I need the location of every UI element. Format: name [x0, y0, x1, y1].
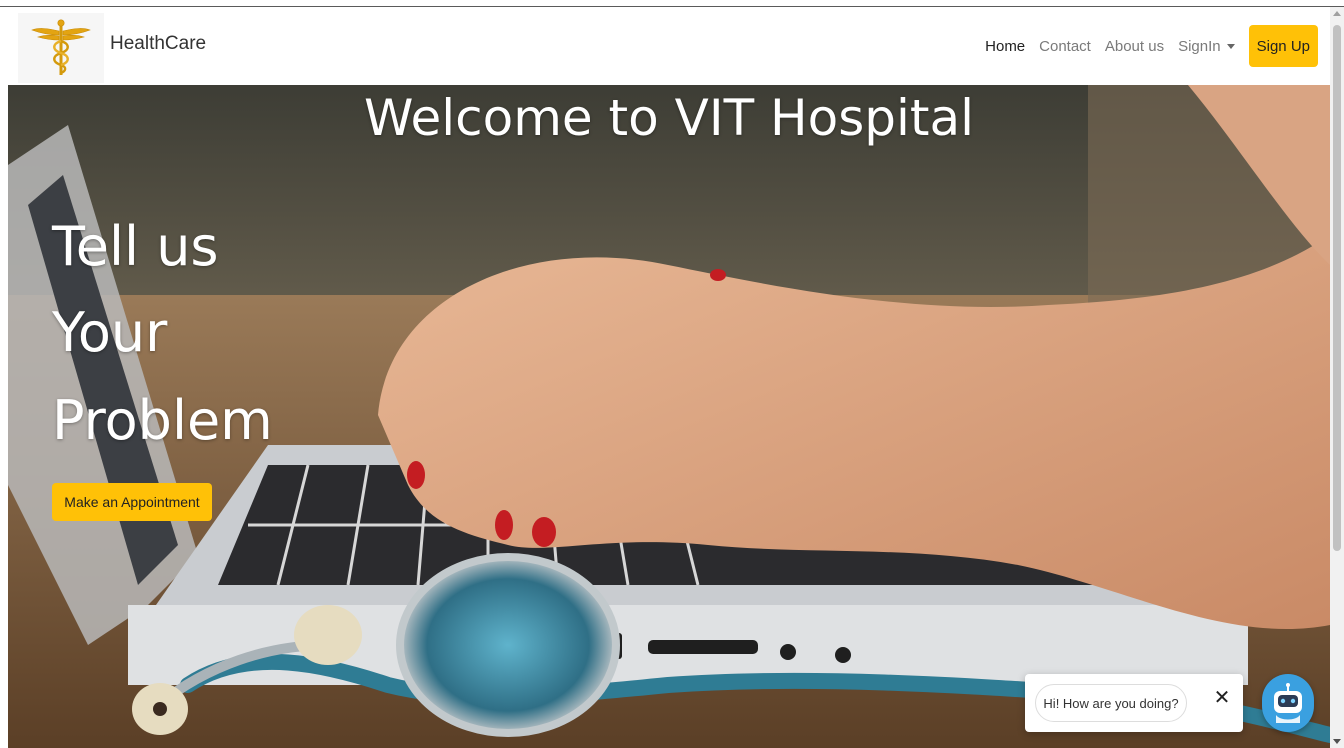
navbar: HealthCare Home Contact About us SignIn … — [8, 7, 1330, 85]
nav-links: Home Contact About us SignIn Sign Up — [985, 25, 1318, 67]
chat-greeting-message[interactable]: Hi! How are you doing? — [1035, 684, 1187, 722]
make-appointment-button[interactable]: Make an Appointment — [52, 483, 212, 521]
chevron-down-icon — [1226, 43, 1235, 49]
hero-title: Welcome to VIT Hospital — [363, 89, 975, 147]
hero-line-1: Tell us — [52, 215, 219, 278]
signup-button[interactable]: Sign Up — [1248, 25, 1318, 67]
nav-signin-label: SignIn — [1178, 37, 1221, 55]
hero-line-2: Your — [52, 301, 168, 364]
chat-greeting-popup: Hi! How are you doing? ✕ — [1025, 674, 1243, 732]
chatbot-avatar-icon — [1274, 683, 1302, 723]
scroll-up-arrow-icon[interactable] — [1333, 11, 1341, 16]
close-icon[interactable]: ✕ — [1211, 686, 1233, 709]
caduceus-icon — [31, 19, 91, 75]
hero-line-3: Problem — [52, 389, 273, 452]
scroll-down-arrow-icon[interactable] — [1333, 739, 1341, 744]
scrollbar[interactable] — [1330, 7, 1344, 748]
nav-signin-dropdown[interactable]: SignIn — [1178, 38, 1235, 55]
nav-about[interactable]: About us — [1105, 38, 1164, 55]
chatbot-launcher[interactable] — [1262, 674, 1314, 732]
nav-home[interactable]: Home — [985, 38, 1025, 55]
logo[interactable] — [18, 13, 104, 83]
scroll-thumb[interactable] — [1333, 25, 1341, 551]
nav-contact[interactable]: Contact — [1039, 38, 1091, 55]
brand-name[interactable]: HealthCare — [110, 33, 206, 55]
hero-banner: Welcome to VIT Hospital Tell us Your Pro… — [8, 85, 1330, 748]
